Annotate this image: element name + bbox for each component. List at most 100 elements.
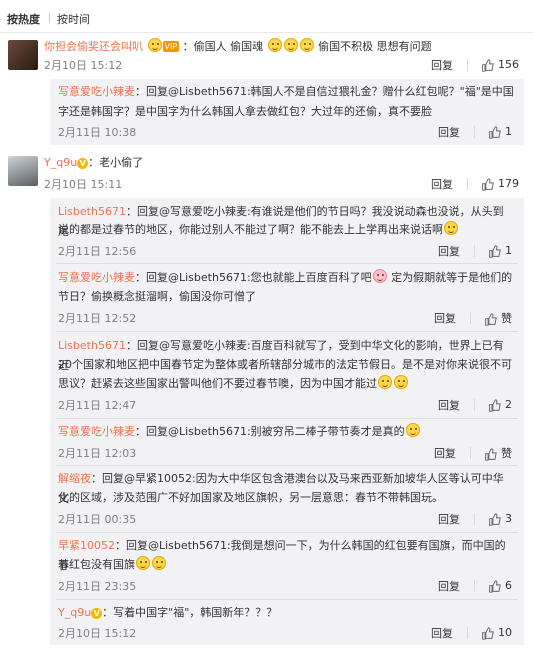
reply-button[interactable]: 回复 [434, 445, 456, 461]
divider [466, 59, 468, 71]
reply-button[interactable]: 回复 [438, 397, 460, 413]
thumbs-up-icon [489, 513, 501, 526]
reply-time: 2月11日 12:56 [58, 245, 137, 258]
reply-box: Lisbeth5671：回复@写意爱吃小辣麦:有谁说是他们的节日吗？我没说动森也… [50, 198, 524, 645]
like-count: 6 [505, 579, 512, 593]
like-button[interactable]: 赞 [484, 445, 512, 461]
reply-text-line: 写意爱吃小辣麦：回复@Lisbeth5671:韩国人不是自信过猥礼金？赠什么红包… [58, 82, 514, 102]
reply-button[interactable]: 回复 [438, 511, 460, 527]
divider [56, 418, 518, 419]
reply-item: Lisbeth5671：回复@写意爱吃小辣麦:百度百科就写了，受到中华文化的影响… [50, 334, 524, 416]
divider [56, 532, 518, 533]
divider [473, 580, 475, 592]
divider [466, 627, 468, 639]
reply-button[interactable]: 回复 [434, 310, 456, 326]
like-count: 赞 [501, 447, 512, 460]
avatar[interactable] [8, 156, 38, 186]
thumbs-up-icon [482, 59, 494, 72]
comment-username[interactable]: Y_q9u [44, 156, 77, 169]
reply-text-line: 节日？偷换概念挺溜啊，偷国没你可憎了 [58, 290, 256, 303]
reply-username[interactable]: 早紧10052 [58, 539, 115, 552]
like-button[interactable]: 6 [488, 579, 512, 593]
like-button[interactable]: 10 [481, 626, 512, 640]
reply-item: 写意爱吃小辣麦：回复@Lisbeth5671:别被穷吊二棒子带节奏才是真的 2月… [50, 421, 524, 463]
comment-actions: 回复 179 [431, 176, 519, 192]
comment-text: ：偷国人 偷国魂 [182, 40, 264, 53]
comment-text-tail: 偷国不积极 思想有问题 [318, 40, 432, 53]
comment-item: Y_q9u V ：老小偷了 [44, 155, 524, 171]
thumbs-up-icon [485, 447, 497, 461]
sort-by-time-tab[interactable]: 按时间 [57, 11, 90, 27]
vip-badge: VIP [162, 41, 180, 52]
like-button[interactable]: 赞 [484, 310, 512, 326]
reply-box: 写意爱吃小辣麦：回复@Lisbeth5671:韩国人不是自信过猥礼金？赠什么红包… [50, 79, 524, 145]
like-button[interactable]: 179 [481, 177, 519, 191]
reply-item: 早紧10052：回复@Lisbeth5671:我倒是想问一下，为什么韩国的红包要… [50, 535, 524, 597]
divider [469, 447, 471, 459]
reply-body: ：回复@Lisbeth5671:别被穷吊二棒子带节奏才是真的 [135, 425, 405, 438]
thumbs-up-icon [482, 627, 494, 640]
divider [56, 465, 518, 466]
reply-text-line: 写意爱吃小辣麦：回复@Lisbeth5671:别被穷吊二棒子带节奏才是真的 [58, 422, 514, 442]
reply-username[interactable]: 写意爱吃小辣麦 [58, 85, 135, 98]
like-button[interactable]: 2 [488, 398, 512, 412]
thumbs-up-icon [485, 312, 497, 326]
emoji-icon [147, 38, 162, 52]
emoji-icon [267, 38, 282, 52]
comment-time: 2月10日 15:12 [44, 59, 123, 72]
reply-time: 2月11日 12:52 [58, 312, 137, 325]
reply-time: 2月11日 12:47 [58, 399, 137, 412]
like-button[interactable]: 1 [488, 244, 512, 258]
reply-username[interactable]: 写意爱吃小辣麦 [58, 425, 135, 438]
divider [466, 178, 468, 190]
reply-username[interactable]: 解缩夜 [58, 472, 91, 485]
thumbs-up-icon [489, 126, 501, 139]
reply-button[interactable]: 回复 [438, 124, 460, 140]
reply-actions: 回复 2 [438, 397, 512, 413]
emoji-icon [283, 38, 298, 52]
reply-text-line: 节红包没有国旗 [58, 555, 514, 575]
reply-item: Lisbeth5671：回复@写意爱吃小辣麦:有谁说是他们的节日吗？我没说动森也… [50, 198, 524, 261]
reply-body: ：回复@Lisbeth5671:韩国人不是自信过猥礼金？赠什么红包呢？"福"是中… [135, 85, 514, 98]
reply-time: 2月10日 15:12 [58, 627, 137, 640]
divider [473, 513, 475, 525]
reply-button[interactable]: 回复 [431, 176, 453, 192]
reply-actions: 回复 1 [438, 243, 512, 259]
like-count: 3 [505, 512, 512, 526]
emoji-icon [405, 423, 420, 437]
divider [473, 245, 475, 257]
reply-username[interactable]: Lisbeth5671 [58, 205, 126, 218]
divider [56, 599, 518, 600]
like-count: 179 [498, 177, 519, 191]
comment-actions: 回复 156 [431, 57, 519, 73]
reply-item: Y_q9u V ：写着中国字"福"，韩国新年？？？ 2月10日 15:12 回复 1… [50, 602, 524, 644]
like-button[interactable]: 1 [488, 125, 512, 139]
reply-username[interactable]: 写意爱吃小辣麦 [58, 271, 135, 284]
reply-item: 写意爱吃小辣麦：回复@Lisbeth5671:您也就能上百度百科了吧 定为假期就… [50, 266, 524, 329]
emoji-icon [378, 375, 392, 389]
reply-text-line: Y_q9u V ：写着中国字"福"，韩国新年？？？ [58, 606, 278, 619]
reply-item: 解缩夜：回复@早紧10052:因为大中华区包含港澳台以及马来西亚新加坡华人区等认… [50, 468, 524, 530]
avatar[interactable] [8, 40, 38, 70]
comment-username[interactable]: 你担会偷奖还会叫叭 [44, 40, 143, 53]
like-button[interactable]: 156 [481, 58, 519, 72]
divider [56, 331, 518, 332]
reply-actions: 回复 6 [438, 578, 512, 594]
reply-text-line: 字还是韩国字？是中国字为什么韩国人拿去做红包？大过年的还偷，真不要脸 [58, 105, 432, 118]
reply-text-line: 说的都是过春节的地区，你能过别人不能过了啊？能不能去上上学再出来说话啊 [58, 220, 514, 240]
reply-actions: 回复 10 [431, 625, 512, 641]
reply-username[interactable]: Y_q9u [58, 606, 91, 619]
reply-time: 2月11日 00:35 [58, 513, 137, 526]
like-count: 1 [505, 244, 512, 258]
like-button[interactable]: 3 [488, 512, 512, 526]
like-count: 2 [505, 398, 512, 412]
reply-button[interactable]: 回复 [438, 243, 460, 259]
reply-button[interactable]: 回复 [438, 578, 460, 594]
reply-username[interactable]: Lisbeth5671 [58, 339, 126, 352]
sort-by-hot-tab[interactable]: 按热度 [7, 11, 40, 27]
reply-actions: 回复 赞 [434, 310, 512, 326]
reply-button[interactable]: 回复 [431, 57, 453, 73]
reply-button[interactable]: 回复 [431, 625, 453, 641]
divider [473, 399, 475, 411]
emoji-icon [444, 221, 458, 235]
